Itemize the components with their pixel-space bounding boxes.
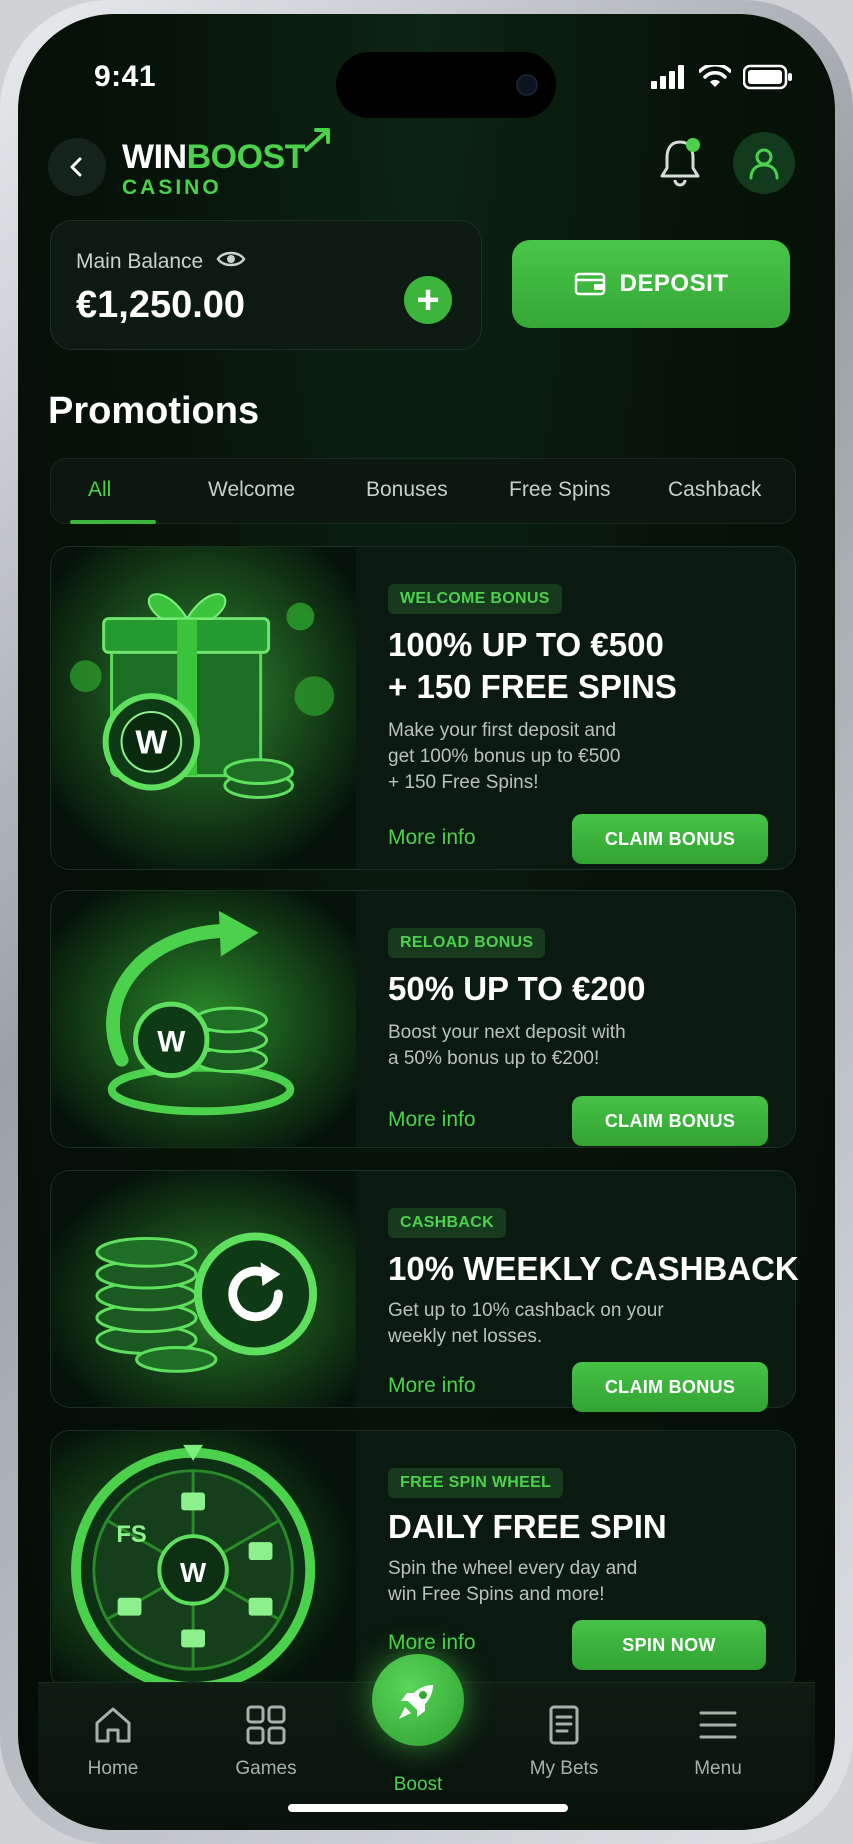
grid-icon [246,1705,286,1745]
desc-line: win Free Spins and more! [388,1584,605,1605]
desc-line: + 150 Free Spins! [388,772,539,793]
desc-line: Make your first deposit and [388,720,617,741]
promotions-title: Promotions [48,390,260,432]
wheel-center-letter: W [180,1557,207,1588]
promo-title: 50% UP TO €200 [388,970,646,1007]
phone-frame: 9:41 WINBOOST CASINO Main Balance €1,250… [0,0,853,1844]
signal-icon [651,65,684,89]
wifi-icon [699,65,731,87]
nav-home[interactable]: Home [53,1704,173,1780]
promo-description: Boost your next deposit with a 50% bonus … [388,1020,678,1072]
claim-bonus-button[interactable]: CLAIM BONUS [572,814,768,864]
promo-title: 10% WEEKLY CASHBACK [388,1250,799,1287]
more-info-link[interactable]: More info [388,826,476,850]
promo-tag: FREE SPIN WHEEL [388,1468,564,1498]
more-info-link[interactable]: More info [388,1631,476,1655]
nav-label: Home [87,1758,139,1779]
battery-icon [743,64,792,90]
logo[interactable]: WINBOOST [122,138,306,177]
wheel-fs-label: FS [116,1521,146,1548]
svg-text:W: W [157,1026,186,1059]
gift-box-icon: W [51,547,357,869]
tab-all[interactable]: All [88,478,111,502]
logo-boost-text: BOOST [186,138,306,176]
hamburger-icon [699,1711,737,1739]
camera [516,74,538,96]
rocket-icon [399,1685,433,1719]
promo-tag: CASHBACK [388,1208,506,1238]
promo-description: Get up to 10% cashback on your weekly net… [388,1298,708,1350]
nav-menu[interactable]: Menu [658,1704,778,1780]
tab-welcome[interactable]: Welcome [208,478,295,502]
promo-tag: WELCOME BONUS [388,584,562,614]
profile-button[interactable] [733,132,795,194]
nav-games[interactable]: Games [206,1704,326,1780]
notification-dot [686,138,700,152]
reload-chips-icon: W [52,891,356,1147]
promo-title: DAILY FREE SPIN [388,1508,667,1545]
desc-line: Spin the wheel every day and [388,1558,638,1579]
nav-label: Games [235,1758,297,1779]
user-icon [749,148,779,180]
desc-line: Boost your next deposit with [388,1022,626,1043]
add-funds-button[interactable]: + [404,276,452,324]
back-button[interactable] [48,138,106,196]
promo-title: 100% UP TO €500 + 150 FREE SPINS [388,624,677,708]
desc-line: Get up to 10% cashback on your [388,1300,664,1321]
desc-line: a 50% bonus up to €200! [388,1048,600,1069]
spin-now-button[interactable]: SPIN NOW [572,1620,766,1670]
nav-label: Menu [694,1758,742,1779]
nav-boost[interactable] [372,1654,464,1746]
tab-free-spins[interactable]: Free Spins [509,478,611,502]
nav-my-bets[interactable]: My Bets [504,1704,624,1780]
status-icons [651,64,793,90]
more-info-link[interactable]: More info [388,1108,476,1132]
desc-line: weekly net losses. [388,1326,543,1347]
logo-win-text: WIN [122,138,187,176]
promo-title-line: 100% UP TO €500 [388,626,664,663]
balance-value: €1,250.00 [76,284,246,326]
nav-label: My Bets [529,1758,599,1779]
promo-tag: RELOAD BONUS [388,928,546,958]
wallet-icon [574,272,605,296]
claim-bonus-button[interactable]: CLAIM BONUS [572,1096,768,1146]
logo-arrow-icon [304,128,330,152]
deposit-button[interactable]: DEPOSIT [512,240,790,328]
prize-wheel-icon: W FS [52,1431,356,1689]
app-screen: 9:41 WINBOOST CASINO Main Balance €1,250… [18,14,835,1830]
deposit-label: DEPOSIT [619,270,729,297]
back-arrow-icon [70,157,82,177]
home-indicator [288,1804,568,1812]
tab-bonuses[interactable]: Bonuses [366,478,448,502]
receipt-icon [549,1705,579,1745]
balance-label: Main Balance [76,250,204,273]
dynamic-island [336,52,556,118]
promo-title-line: + 150 FREE SPINS [388,668,677,705]
svg-text:W: W [135,724,167,762]
promo-description: Make your first deposit and get 100% bonu… [388,718,678,796]
plus-icon: + [416,278,440,322]
eye-icon[interactable] [216,248,246,270]
status-time: 9:41 [94,60,157,93]
nav-label-active: Boost [393,1774,443,1795]
cashback-chips-icon [52,1171,356,1407]
more-info-link[interactable]: More info [388,1374,476,1398]
tab-cashback[interactable]: Cashback [668,478,761,502]
promo-description: Spin the wheel every day and win Free Spi… [388,1556,678,1608]
claim-bonus-button[interactable]: CLAIM BONUS [572,1362,768,1412]
logo-subtitle: CASINO [122,176,222,199]
home-icon [95,1707,131,1743]
desc-line: get 100% bonus up to €500 [388,746,621,767]
active-tab-indicator [70,520,156,524]
